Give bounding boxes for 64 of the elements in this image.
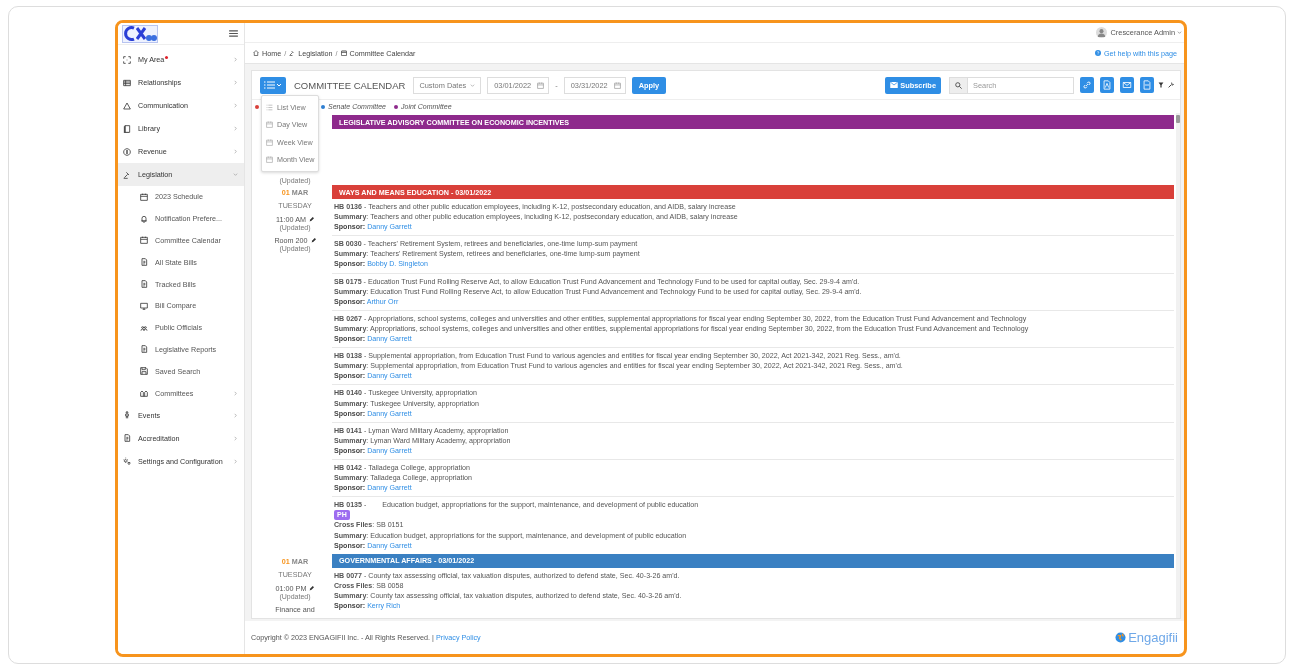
filter-icon[interactable]: [1158, 82, 1164, 88]
email-button[interactable]: [1120, 77, 1134, 93]
list-icon: [123, 78, 131, 87]
pencil-icon[interactable]: [309, 585, 315, 591]
mail-icon: [1122, 80, 1132, 90]
gavel-icon: [289, 50, 296, 56]
monitor-icon: [140, 301, 148, 310]
wrench-icon[interactable]: [1168, 82, 1174, 88]
person-icon: [123, 411, 131, 420]
calendar-icon: [340, 50, 347, 56]
caret-icon: [470, 82, 476, 88]
mail-icon: [890, 82, 899, 88]
chevron-icon: [233, 172, 238, 177]
menu-icon[interactable]: [229, 30, 238, 37]
list-icon: [266, 104, 273, 112]
crosshair-icon: [123, 55, 131, 64]
chevron-icon: [233, 126, 238, 131]
globe-icon: [1115, 632, 1127, 643]
calendar-icon: [266, 138, 273, 146]
calendar-icon: [266, 156, 273, 164]
chevron-icon: [233, 435, 238, 441]
house-icon: [253, 50, 259, 56]
chevron-icon: [233, 80, 238, 85]
chevron-icon: [233, 412, 238, 418]
page-title: COMMITTEE CALENDAR: [294, 79, 406, 91]
brand-name: Engagifii: [1128, 630, 1178, 645]
avatar-icon[interactable]: [1095, 27, 1107, 38]
calendar-icon: [613, 81, 621, 89]
gears-icon: [123, 457, 131, 466]
chevron-icon: [233, 103, 238, 108]
calendar-icon: [140, 192, 148, 201]
floppy-icon: [140, 367, 148, 376]
document-icon: [123, 434, 131, 443]
pencil-icon[interactable]: [310, 238, 316, 243]
people-icon: [140, 323, 148, 332]
chevron-icon: [233, 390, 238, 396]
chevron-icon: [233, 149, 238, 154]
view-menu-button[interactable]: [260, 76, 286, 94]
book-icon: [123, 124, 131, 133]
calendar-icon: [266, 121, 273, 129]
pencil-icon[interactable]: [308, 217, 314, 222]
gavel-icon: [123, 170, 131, 179]
list-icon: [264, 81, 282, 89]
logo-icon[interactable]: [121, 24, 159, 43]
chevron-icon: [233, 57, 238, 62]
chevron-icon: [233, 458, 238, 464]
calendar-icon: [140, 236, 148, 245]
pdf-button[interactable]: [1100, 77, 1114, 93]
document-icon: [140, 345, 148, 354]
document-icon: [140, 258, 148, 267]
building-icon: [140, 389, 148, 398]
calendar-icon: [537, 81, 545, 89]
caret-icon: [1177, 30, 1182, 35]
file-icon: [1142, 80, 1152, 90]
bell-icon: [140, 214, 148, 223]
triangle-icon: [123, 101, 131, 110]
link-icon: [1082, 80, 1092, 90]
pdf-file-icon: [1102, 80, 1112, 90]
help-icon: [1094, 50, 1101, 56]
coin-icon: [123, 147, 131, 156]
copy-link-button[interactable]: [1080, 77, 1094, 93]
document-icon: [140, 280, 148, 289]
search-button[interactable]: [949, 76, 968, 94]
search-icon: [955, 81, 962, 89]
